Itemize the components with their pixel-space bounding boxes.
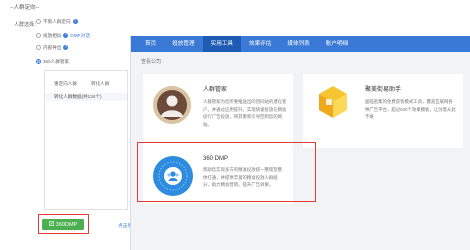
edit-icon [48,221,54,228]
nav-tools[interactable]: 实用工具 [202,36,241,52]
list-item[interactable]: 转化人群数据(共134个) [45,93,127,101]
puzzle-icon [317,86,349,120]
lookalike-link[interactable]: DMP对话 [70,33,89,39]
highlight-frame-dmp-card [137,142,316,202]
radio-360-dmp[interactable] [36,59,41,64]
sub-tab-conversion[interactable]: 转化人群 [91,81,109,87]
sub-tab-retarget[interactable]: 重定向人群 [54,81,77,87]
help-icon[interactable]: ? [72,19,78,24]
section-label: 查看公司 [141,59,162,65]
dmp-360-button[interactable]: 360DMP [42,219,84,230]
tool-card-audience-manager[interactable]: 人群管家 人群管家为您所要推送出的团同站的潜在客户，并通过应用提升，实现快速投放… [143,74,293,148]
card-description: 面临密集的免费获客模式工具，覆盖互联网各种广告平台，超过500个效果模板，让创意… [365,99,456,119]
card-description: 人群管家为您所要推送出的团同站的潜在客户，并通过应用提升，实现快速投放在精准投行… [203,99,287,127]
nav-account-details[interactable]: 账户明细 [318,36,356,52]
option-inbound[interactable]: 内部导出 ? [36,44,69,51]
help-icon[interactable]: ? [63,33,69,38]
nav-effect-evaluation[interactable]: 效果评估 [241,36,279,52]
nav-home[interactable]: 首页 [137,36,164,52]
option-unlimited-label: 不限人群定向 [43,18,71,24]
dmp-360-button-label: 360DMP [55,221,78,228]
nav-ad-management[interactable]: 投放管理 [164,36,202,52]
option-unlimited[interactable]: 不限人群定向 ? [36,18,78,25]
avatar-icon [153,86,191,124]
option-lookalike-label: 投放相似 [43,32,62,38]
option-360-dmp[interactable]: 360人群管家 [36,58,69,65]
card-title: 聚美街易助手 [365,87,402,93]
option-inbound-label: 内部导出 [43,44,62,50]
radio-lookalike[interactable] [36,33,41,38]
help-icon[interactable]: ? [63,45,69,50]
tool-card-creative-assistant[interactable]: 聚美街易助手 面临密集的免费获客模式工具，覆盖互联网各种广告平台，超过500个效… [303,74,463,148]
top-nav: 首页 投放管理 实用工具 效果评估 媒体列表 账户明细 [131,36,470,52]
nav-media-list[interactable]: 媒体列表 [279,36,317,52]
radio-inbound[interactable] [36,45,41,50]
card-title: 人群管家 [203,87,228,93]
audience-sub-panel: 重定向人群 转化人群 转化人群数据(共134个) [44,70,128,210]
option-360-dmp-label: 360人群管家 [43,58,70,64]
form-section-title: --人群定向-- [10,5,40,11]
option-lookalike[interactable]: 投放相似 ? DMP对话 [36,32,90,39]
radio-unlimited[interactable] [36,19,41,24]
